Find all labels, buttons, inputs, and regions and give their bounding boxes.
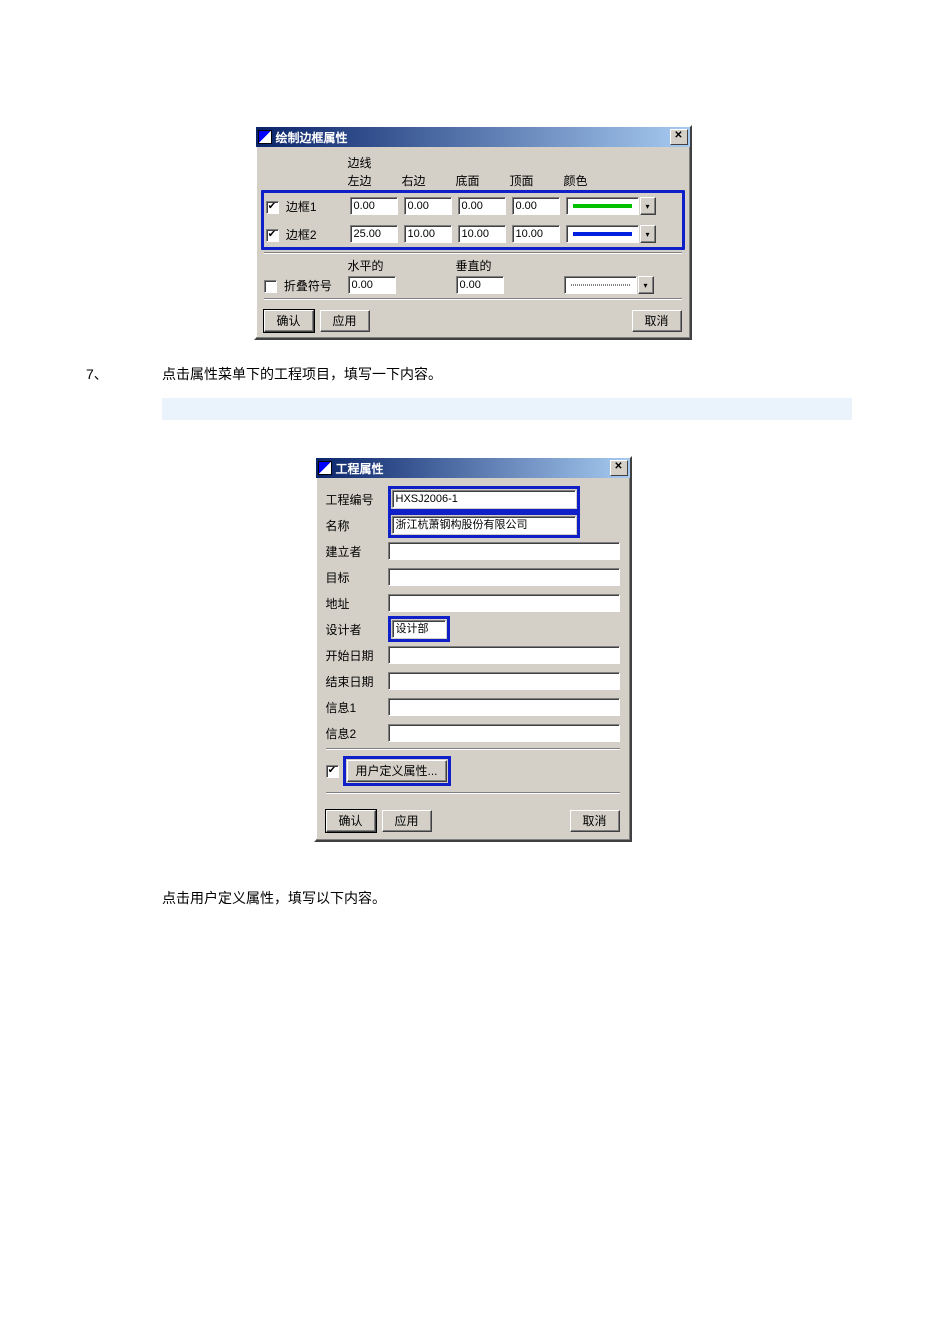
draw-border-properties-dialog: 绘制边框属性 ✕ 边线 左边 右边 底面 顶面 颜色 bbox=[254, 125, 692, 340]
document-page: 绘制边框属性 ✕ 边线 左边 右边 底面 顶面 颜色 bbox=[0, 0, 945, 1337]
creator-field[interactable] bbox=[388, 542, 620, 560]
border1-row: 边框1 0.00 0.00 0.00 0.00 ▾ bbox=[266, 195, 680, 217]
app-icon bbox=[318, 461, 332, 475]
close-icon[interactable]: ✕ bbox=[610, 460, 628, 476]
fold-label: 折叠符号 bbox=[284, 279, 332, 293]
cancel-button[interactable]: 取消 bbox=[570, 810, 620, 832]
highlight-udp-button: 用户定义属性... bbox=[343, 756, 451, 786]
highlight-proj-no: HXSJ2006-1 bbox=[388, 486, 580, 512]
end-date-label: 结束日期 bbox=[326, 673, 382, 690]
dialog2-title: 工程属性 bbox=[336, 460, 384, 477]
ok-button[interactable]: 确认 bbox=[264, 310, 314, 332]
fold-vertical[interactable]: 0.00 bbox=[456, 276, 504, 294]
end-date-field[interactable] bbox=[388, 672, 620, 690]
paragraph-udp-instruction: 点击用户定义属性，填写以下内容。 bbox=[0, 842, 945, 908]
fold-style-swatch[interactable] bbox=[564, 276, 637, 294]
dialog2-titlebar[interactable]: 工程属性 ✕ bbox=[316, 458, 630, 478]
fold-row: 折叠符号 0.00 0.00 ▾ bbox=[264, 274, 682, 296]
close-icon[interactable]: ✕ bbox=[670, 129, 688, 145]
decorative-strip bbox=[162, 398, 852, 420]
info2-field[interactable] bbox=[388, 724, 620, 742]
border2-color-swatch[interactable] bbox=[566, 225, 639, 243]
start-date-field[interactable] bbox=[388, 646, 620, 664]
fold-checkbox[interactable] bbox=[264, 280, 277, 293]
col-top: 顶面 bbox=[510, 172, 558, 189]
border2-top[interactable]: 10.00 bbox=[512, 225, 560, 243]
step-text: 点击属性菜单下的工程项目，填写一下内容。 bbox=[162, 364, 442, 384]
highlight-border-rows: 边框1 0.00 0.00 0.00 0.00 ▾ bbox=[261, 190, 685, 250]
step-7-line: 7、 点击属性菜单下的工程项目，填写一下内容。 bbox=[0, 340, 945, 384]
address-label: 地址 bbox=[326, 595, 382, 612]
border1-left[interactable]: 0.00 bbox=[350, 197, 398, 215]
name-label: 名称 bbox=[326, 517, 382, 534]
border1-top[interactable]: 0.00 bbox=[512, 197, 560, 215]
target-label: 目标 bbox=[326, 569, 382, 586]
border2-bottom[interactable]: 10.00 bbox=[458, 225, 506, 243]
col-bottom: 底面 bbox=[456, 172, 504, 189]
col-color: 颜色 bbox=[564, 172, 654, 189]
dropdown-icon[interactable]: ▾ bbox=[640, 225, 656, 243]
name-field[interactable]: 浙江杭萧钢构股份有限公司 bbox=[392, 516, 576, 534]
dropdown-icon[interactable]: ▾ bbox=[638, 276, 654, 294]
cancel-button[interactable]: 取消 bbox=[632, 310, 682, 332]
target-field[interactable] bbox=[388, 568, 620, 586]
border1-checkbox[interactable] bbox=[266, 201, 279, 214]
border1-label: 边框1 bbox=[286, 200, 317, 214]
step-number: 7、 bbox=[86, 364, 162, 384]
project-properties-dialog: 工程属性 ✕ 工程编号 HXSJ2006-1 名称 浙江杭萧钢构股份有限公司 bbox=[314, 456, 632, 842]
proj-no-label: 工程编号 bbox=[326, 491, 382, 508]
app-icon bbox=[258, 130, 272, 144]
udp-checkbox[interactable] bbox=[326, 765, 339, 778]
border1-bottom[interactable]: 0.00 bbox=[458, 197, 506, 215]
apply-button[interactable]: 应用 bbox=[320, 310, 370, 332]
fold-horizontal[interactable]: 0.00 bbox=[348, 276, 396, 294]
start-date-label: 开始日期 bbox=[326, 647, 382, 664]
designer-field[interactable]: 设计部 bbox=[392, 620, 446, 638]
dialog1-titlebar[interactable]: 绘制边框属性 ✕ bbox=[256, 127, 690, 147]
creator-label: 建立者 bbox=[326, 543, 382, 560]
info2-label: 信息2 bbox=[326, 725, 382, 742]
border2-checkbox[interactable] bbox=[266, 229, 279, 242]
border2-right[interactable]: 10.00 bbox=[404, 225, 452, 243]
border1-right[interactable]: 0.00 bbox=[404, 197, 452, 215]
col-left: 左边 bbox=[348, 172, 396, 189]
proj-no-field[interactable]: HXSJ2006-1 bbox=[392, 490, 576, 508]
info1-field[interactable] bbox=[388, 698, 620, 716]
highlight-name: 浙江杭萧钢构股份有限公司 bbox=[388, 512, 580, 538]
horizontal-label: 水平的 bbox=[348, 257, 396, 274]
border2-label: 边框2 bbox=[286, 228, 317, 242]
border2-left[interactable]: 25.00 bbox=[350, 225, 398, 243]
user-defined-props-button[interactable]: 用户定义属性... bbox=[347, 760, 447, 782]
col-right: 右边 bbox=[402, 172, 450, 189]
address-field[interactable] bbox=[388, 594, 620, 612]
ok-button[interactable]: 确认 bbox=[326, 810, 376, 832]
border2-row: 边框2 25.00 10.00 10.00 10.00 ▾ bbox=[266, 223, 680, 245]
border1-color-swatch[interactable] bbox=[566, 197, 639, 215]
designer-label: 设计者 bbox=[326, 621, 382, 638]
highlight-designer: 设计部 bbox=[388, 616, 450, 642]
vertical-label: 垂直的 bbox=[456, 257, 504, 274]
info1-label: 信息1 bbox=[326, 699, 382, 716]
edges-header: 边线 bbox=[348, 154, 682, 171]
dropdown-icon[interactable]: ▾ bbox=[640, 197, 656, 215]
apply-button[interactable]: 应用 bbox=[382, 810, 432, 832]
dialog1-title: 绘制边框属性 bbox=[276, 129, 348, 146]
